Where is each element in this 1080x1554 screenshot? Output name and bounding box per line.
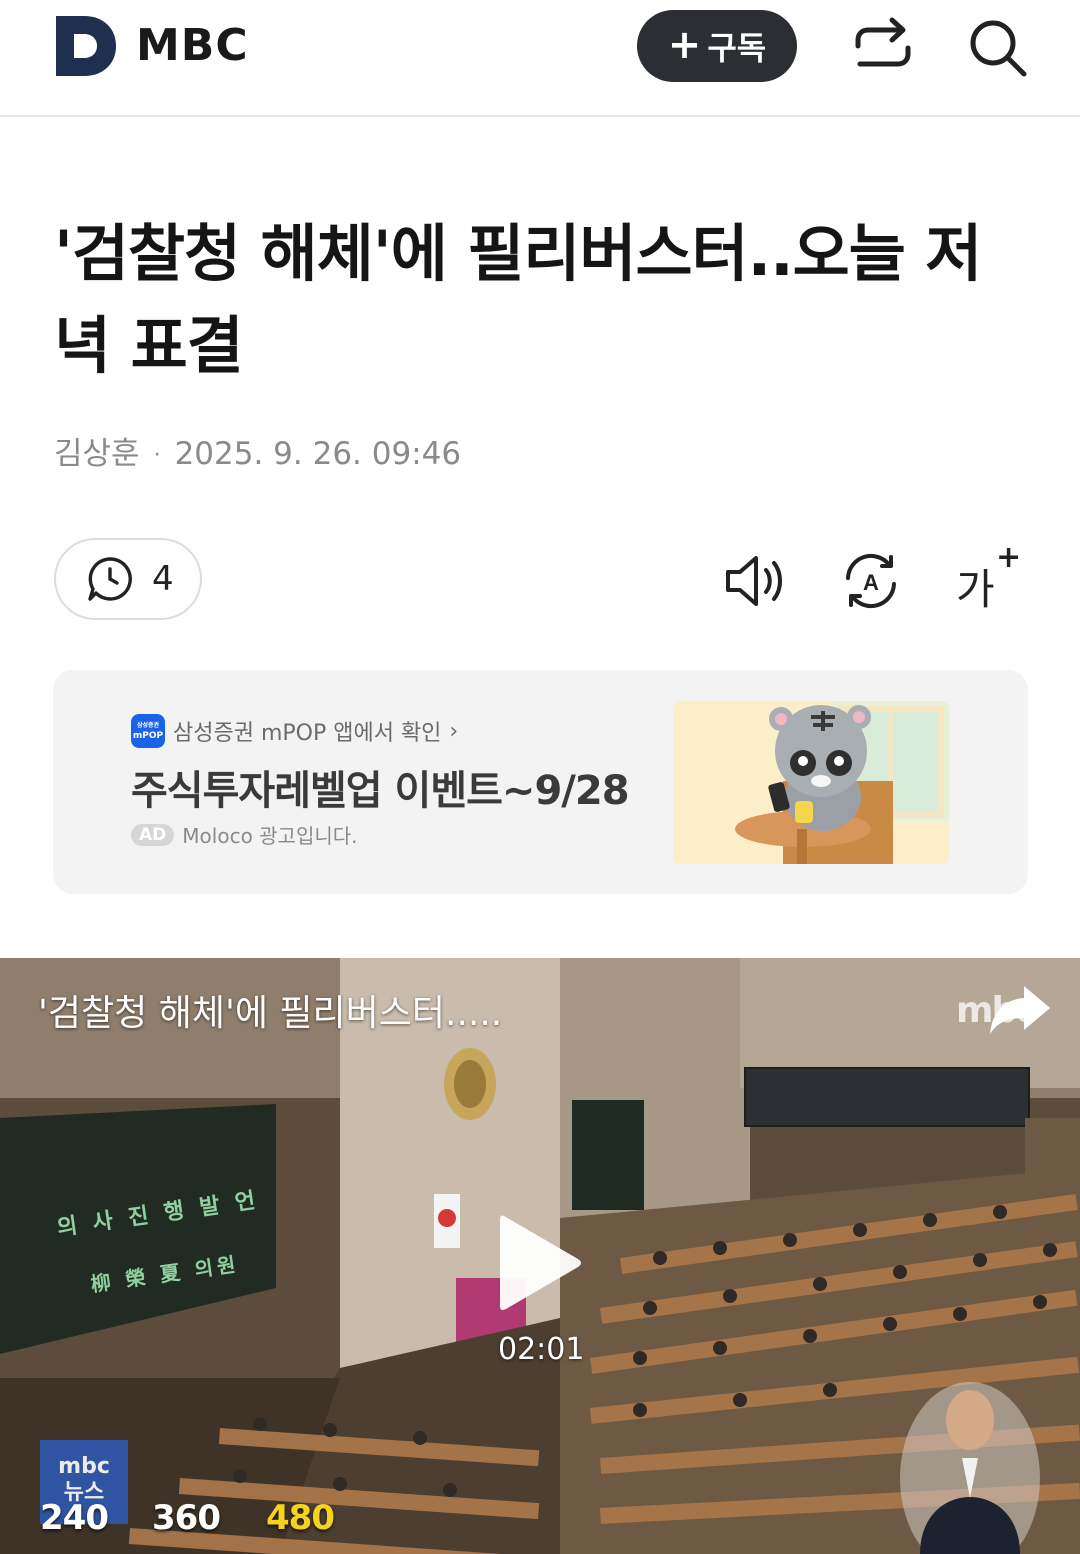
quality-480[interactable]: 480: [266, 1498, 335, 1538]
ad-source[interactable]: 삼성증권 mPOP 삼성증권 mPOP 앱에서 확인 ›: [131, 714, 458, 748]
ad-tag: AD: [131, 823, 175, 846]
comment-button[interactable]: 4: [54, 538, 202, 620]
font-size-glyph: 가: [956, 565, 995, 614]
d-logo-icon[interactable]: [54, 14, 118, 78]
speaker-icon[interactable]: [722, 548, 788, 614]
mpop-app-icon: 삼성증권 mPOP: [131, 714, 165, 748]
video-duration: 02:01: [498, 1332, 585, 1367]
play-icon[interactable]: [494, 1208, 584, 1318]
ad-tiger-image[interactable]: [673, 701, 949, 864]
search-icon[interactable]: [966, 16, 1028, 78]
font-size-plus: +: [996, 540, 1022, 575]
article-title: '검찰청 해체'에 필리버스터..오늘 저녁 표결: [54, 217, 982, 382]
plus-icon: +: [667, 22, 702, 68]
quality-360[interactable]: 360: [152, 1498, 221, 1538]
subscribe-label: 구독: [707, 29, 767, 67]
ad-source-text: 삼성증권 mPOP 앱에서 확인: [173, 721, 442, 746]
ad-disclaimer: Moloco 광고입니다.: [182, 824, 358, 848]
brand-name[interactable]: MBC: [136, 20, 249, 71]
video-player[interactable]: 의 사 진 행 발 언 柳 榮 夏 의원 '검찰청 해체'에 필리버스터....…: [0, 958, 1080, 1554]
ad-headline[interactable]: 주식투자레벨업 이벤트~9/28: [131, 758, 630, 816]
video-title: '검찰청 해체'에 필리버스터.....: [38, 993, 503, 1034]
comment-count: 4: [152, 559, 174, 599]
publish-date: 2025. 9. 26. 09:46: [174, 436, 462, 472]
share-icon[interactable]: [852, 16, 914, 78]
translate-icon[interactable]: A: [838, 548, 904, 614]
author-name[interactable]: 김상훈: [54, 436, 140, 472]
ad-footer: AD Moloco 광고입니다.: [131, 820, 358, 849]
font-size-icon[interactable]: 가 +: [956, 540, 1021, 614]
quality-240[interactable]: 240: [40, 1498, 109, 1538]
translate-letter: A: [863, 570, 879, 595]
article-meta: 김상훈 · 2025. 9. 26. 09:46: [54, 428, 461, 473]
app-header: MBC + 구독: [0, 0, 1080, 117]
chevron-right-icon: ›: [449, 718, 459, 744]
subscribe-button[interactable]: + 구독: [637, 10, 797, 82]
video-share-icon[interactable]: [988, 984, 1052, 1036]
ad-banner[interactable]: 삼성증권 mPOP 삼성증권 mPOP 앱에서 확인 › 주식투자레벨업 이벤트…: [53, 670, 1028, 894]
comment-icon: [88, 557, 132, 601]
meta-separator: ·: [153, 443, 161, 468]
